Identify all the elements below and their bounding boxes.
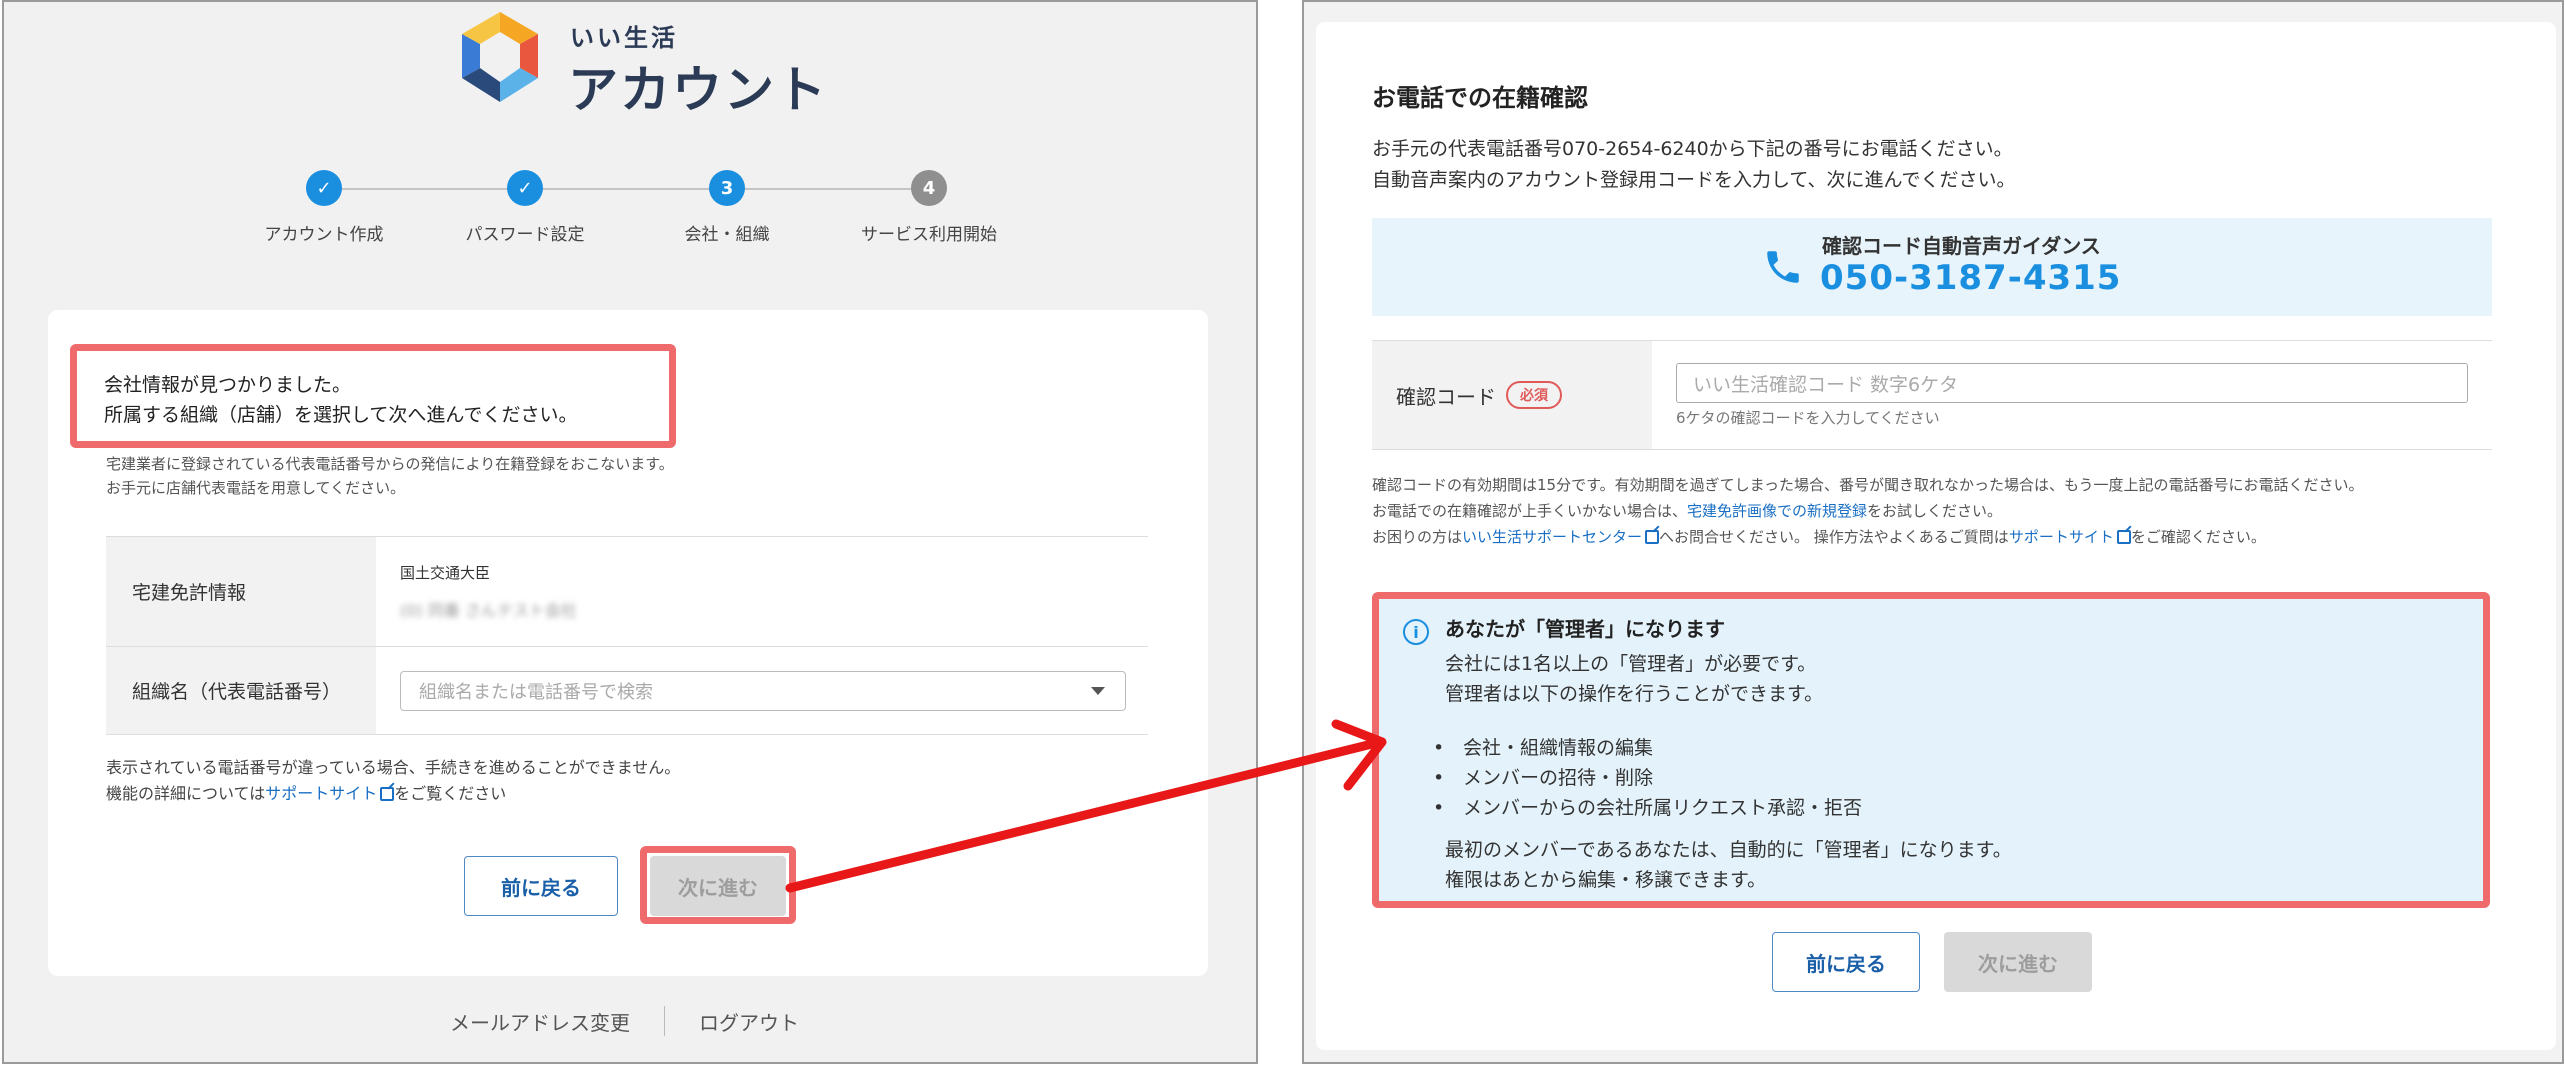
step-check-icon: ✓ — [507, 170, 543, 206]
guidance-phone-number: 050-3187-4315 — [1820, 258, 2122, 298]
admin-permissions-list: 会社・組織情報の編集 メンバーの招待・削除 メンバーからの会社所属リクエスト承認… — [1433, 733, 1862, 823]
list-item: メンバーからの会社所属リクエスト承認・拒否 — [1433, 793, 1862, 823]
admin-title: あなたが「管理者」になります — [1445, 617, 1725, 641]
note-text: へお問合せください。 操作方法やよくあるご質問は — [1659, 528, 2009, 546]
logout-link[interactable]: ログアウト — [699, 1007, 799, 1036]
progress-stepper: ✓ アカウント作成 ✓ パスワード設定 3 会社・組織 4 サービス利用開始 — [240, 170, 1080, 260]
support-center-link[interactable]: いい生活サポートセンター — [1462, 528, 1642, 546]
voice-guidance-banner: 確認コード自動音声ガイダンス 050-3187-4315 — [1372, 218, 2492, 316]
message-line: 所属する組織（店舗）を選択して次へ進んでください。 — [104, 404, 578, 426]
license-image-registration-link[interactable]: 宅建免許画像での新規登録 — [1687, 502, 1867, 520]
org-select-placeholder: 組織名または電話番号で検索 — [419, 681, 653, 703]
admin-intro: 会社には1名以上の「管理者」が必要です。 管理者は以下の操作を行うことができます… — [1445, 649, 1823, 709]
logo-hexagon-icon — [462, 12, 538, 102]
company-found-message: 会社情報が見つかりました。 所属する組織（店舗）を選択して次へ進んでください。 — [104, 370, 577, 430]
divider — [664, 1006, 665, 1036]
license-row: 宅建免許情報 国土交通大臣 (0) 同番 さんテスト会社 — [106, 537, 1148, 647]
note-text: お電話での在籍確認が上手くいかない場合は、 — [1372, 502, 1688, 520]
note-line: 確認コードの有効期間は15分です。有効期間を過ぎてしまった場合、番号が聞き取れな… — [1372, 476, 2364, 494]
warning-line: 表示されている電話番号が違っている場合、手続きを進めることができません。 — [106, 758, 681, 777]
admin-line: 管理者は以下の操作を行うことができます。 — [1445, 683, 1824, 705]
warning-line: 機能の詳細についてはサポートサイト をご覧ください — [106, 781, 680, 807]
warning-text: をご覧ください — [394, 784, 507, 803]
instruction-line: 自動音声案内のアカウント登録用コードを入力して、次に進んでください。 — [1372, 169, 2016, 191]
back-button[interactable]: 前に戻る — [1772, 932, 1920, 992]
code-hint: 6ケタの確認コードを入力してください — [1676, 409, 1940, 427]
page-title: お電話での在籍確認 — [1372, 84, 1588, 112]
admin-line: 最初のメンバーであるあなたは、自動的に「管理者」になります。 — [1445, 839, 2012, 861]
change-email-link[interactable]: メールアドレス変更 — [450, 1007, 630, 1036]
code-input-row: 確認コード 必須 いい生活確認コード 数字6ケタ 6ケタの確認コードを入力してく… — [1372, 340, 2492, 450]
org-label: 組織名（代表電話番号） — [106, 647, 376, 734]
registration-note: 宅建業者に登録されている代表電話番号からの発信により在籍登録をおこないます。 お… — [106, 452, 674, 500]
warning-text: 機能の詳細については — [106, 784, 266, 803]
external-link-icon — [380, 787, 395, 801]
step-label: サービス利用開始 — [861, 225, 997, 245]
step-label: 会社・組織 — [684, 225, 770, 245]
license-number-blurred: (0) 同番 さんテスト会社 — [400, 601, 577, 620]
next-button[interactable]: 次に進む — [1944, 932, 2092, 992]
footer-links: メールアドレス変更 ログアウト — [450, 1006, 799, 1036]
step-password: ✓ パスワード設定 — [425, 170, 625, 245]
step-number: 3 — [709, 170, 745, 206]
admin-outro: 最初のメンバーであるあなたは、自動的に「管理者」になります。 権限はあとから編集… — [1445, 835, 2012, 895]
instructions: お手元の代表電話番号070-2654-6240から下記の番号にお電話ください。 … — [1372, 134, 2016, 196]
step-account-creation: ✓ アカウント作成 — [224, 170, 424, 245]
logo: いい生活 アカウント — [450, 8, 830, 119]
license-value: 国土交通大臣 (0) 同番 さんテスト会社 — [376, 537, 1148, 646]
step-label: パスワード設定 — [465, 225, 585, 245]
admin-info-box: i あなたが「管理者」になります 会社には1名以上の「管理者」が必要です。 管理… — [1372, 592, 2490, 908]
list-item: 会社・組織情報の編集 — [1433, 733, 1862, 763]
info-icon: i — [1403, 619, 1429, 645]
support-site-link[interactable]: サポートサイト — [265, 784, 377, 803]
note-line: お困りの方はいい生活サポートセンター へお問合せください。 操作方法やよくあるご質… — [1372, 524, 2364, 550]
message-line: 会社情報が見つかりました。 — [104, 374, 352, 396]
chevron-down-icon — [1091, 686, 1105, 695]
support-site-link[interactable]: サポートサイト — [2009, 528, 2114, 546]
phone-icon — [1767, 251, 1799, 283]
logo-subtitle: いい生活 — [570, 24, 678, 52]
license-label: 宅建免許情報 — [106, 537, 376, 646]
admin-line: 会社には1名以上の「管理者」が必要です。 — [1445, 653, 1817, 675]
code-label-cell: 確認コード 必須 — [1372, 341, 1652, 449]
list-item: メンバーの招待・削除 — [1433, 763, 1862, 793]
guidance-label: 確認コード自動音声ガイダンス — [1822, 234, 2101, 258]
phone-warning: 表示されている電話番号が違っている場合、手続きを進めることができません。 機能の… — [106, 755, 680, 807]
external-link-icon — [2116, 530, 2131, 544]
next-button[interactable]: 次に進む — [650, 856, 786, 916]
org-row: 組織名（代表電話番号） 組織名または電話番号で検索 — [106, 647, 1148, 735]
note-text: をお試しください。 — [1867, 502, 2003, 520]
note-line: お手元に店舗代表電話を用意してください。 — [106, 479, 406, 497]
org-select[interactable]: 組織名または電話番号で検索 — [400, 670, 1126, 711]
external-link-icon — [1645, 530, 1660, 544]
note-text: お困りの方は — [1372, 528, 1463, 546]
note-line: 宅建業者に登録されている代表電話番号からの発信により在籍登録をおこないます。 — [106, 455, 674, 473]
step-service-start: 4 サービス利用開始 — [829, 170, 1029, 245]
admin-line: 権限はあとから編集・移譲できます。 — [1445, 869, 1767, 891]
step-company: 3 会社・組織 — [627, 170, 827, 245]
step-label: アカウント作成 — [264, 225, 384, 245]
code-input-cell: いい生活確認コード 数字6ケタ 6ケタの確認コードを入力してください — [1652, 341, 2492, 449]
company-info-table: 宅建免許情報 国土交通大臣 (0) 同番 さんテスト会社 組織名（代表電話番号）… — [106, 536, 1148, 735]
note-line: お電話での在籍確認が上手くいかない場合は、宅建免許画像での新規登録をお試しくださ… — [1372, 498, 2364, 524]
license-authority: 国土交通大臣 — [400, 564, 491, 582]
required-badge: 必須 — [1506, 381, 1562, 409]
org-value: 組織名または電話番号で検索 — [376, 647, 1148, 734]
note-text: をご確認ください。 — [2130, 528, 2266, 546]
verification-code-input[interactable]: いい生活確認コード 数字6ケタ — [1676, 363, 2468, 403]
help-notes: 確認コードの有効期間は15分です。有効期間を過ぎてしまった場合、番号が聞き取れな… — [1372, 472, 2364, 550]
instruction-line: お手元の代表電話番号070-2654-6240から下記の番号にお電話ください。 — [1372, 138, 2013, 160]
step-number: 4 — [911, 170, 947, 206]
logo-title: アカウント — [568, 61, 828, 119]
code-label: 確認コード — [1396, 384, 1496, 409]
step-check-icon: ✓ — [306, 170, 342, 206]
back-button[interactable]: 前に戻る — [464, 856, 618, 916]
